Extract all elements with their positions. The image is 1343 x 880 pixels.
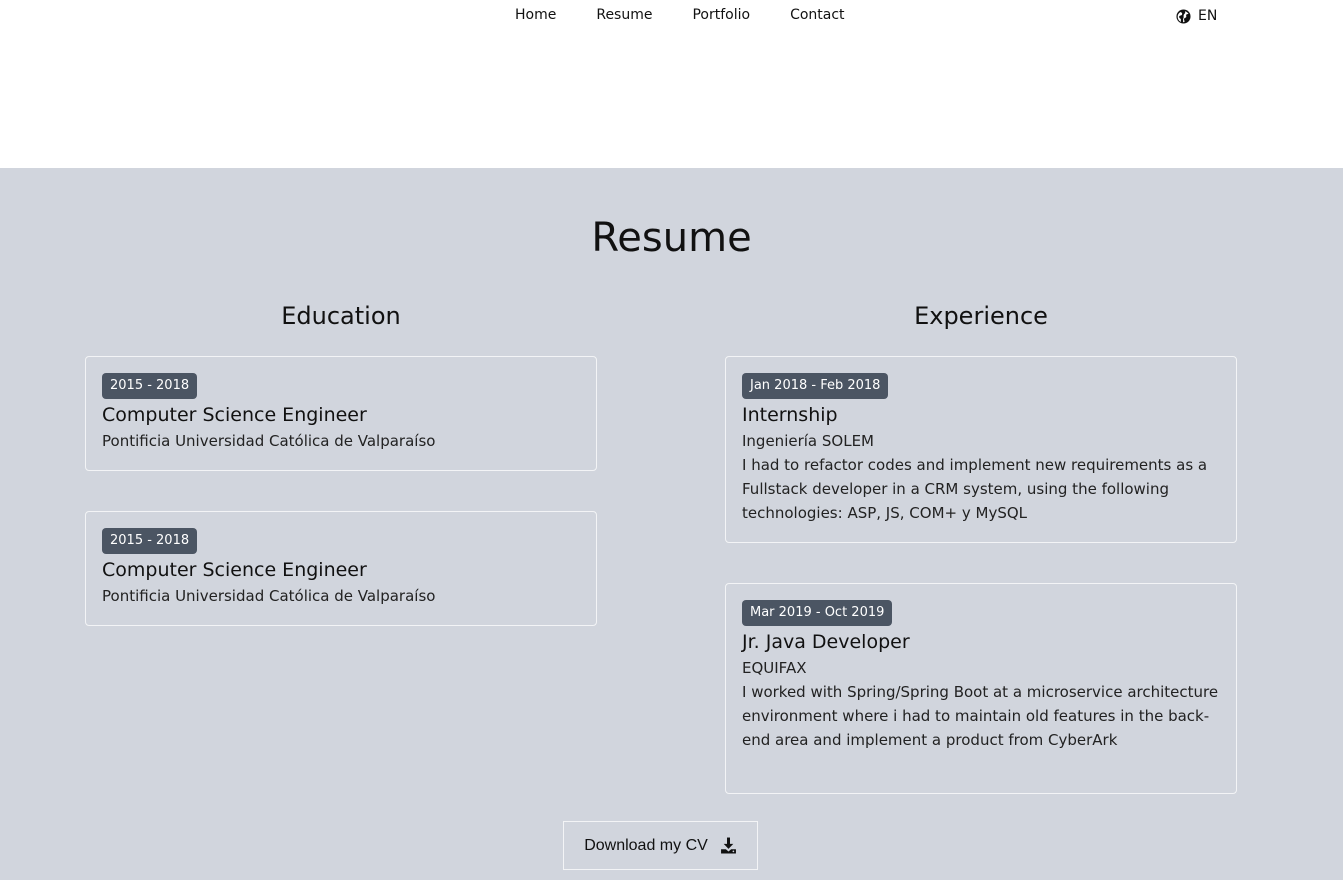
card-organization: EQUIFAX [742, 659, 807, 677]
card-title: Computer Science Engineer [102, 404, 367, 426]
nav-contact-link[interactable]: Contact [770, 6, 864, 24]
download-cv-label: Download my CV [584, 836, 708, 854]
education-card: 2015 - 2018 Computer Science Engineer Po… [85, 511, 597, 626]
card-organization: Pontificia Universidad Católica de Valpa… [102, 587, 436, 605]
language-label: EN [1198, 8, 1218, 24]
download-cv-button[interactable]: Download my CV [563, 821, 758, 870]
nav-home-link[interactable]: Home [495, 6, 576, 24]
card-title: Computer Science Engineer [102, 559, 367, 581]
card-description: I had to refactor codes and implement ne… [742, 456, 1208, 522]
top-navbar: Home Resume Portfolio Contact EN [0, 0, 1343, 168]
card-title: Internship [742, 404, 838, 426]
language-selector[interactable]: EN [1176, 8, 1217, 24]
globe-icon [1176, 8, 1191, 24]
nav-resume-link[interactable]: Resume [576, 6, 672, 24]
experience-card: Mar 2019 - Oct 2019 Jr. Java Developer E… [725, 583, 1237, 794]
education-card: 2015 - 2018 Computer Science Engineer Po… [85, 356, 597, 471]
date-badge: 2015 - 2018 [102, 373, 198, 399]
experience-title: Experience [914, 302, 1048, 330]
experience-card: Jan 2018 - Feb 2018 Internship Ingenierí… [725, 356, 1237, 543]
card-organization: Pontificia Universidad Católica de Valpa… [102, 432, 436, 450]
card-title: Jr. Java Developer [742, 631, 910, 653]
nav-portfolio-link[interactable]: Portfolio [672, 6, 770, 24]
card-description: I worked with Spring/Spring Boot at a mi… [742, 683, 1219, 749]
main-nav: Home Resume Portfolio Contact [495, 6, 865, 24]
download-icon [720, 837, 736, 854]
date-badge: Jan 2018 - Feb 2018 [742, 373, 889, 399]
card-organization: Ingeniería SOLEM [742, 432, 874, 450]
section-title: Resume [591, 215, 752, 261]
education-title: Education [281, 302, 401, 330]
resume-section: Resume Education Experience 2015 - 2018 … [0, 168, 1343, 880]
date-badge: 2015 - 2018 [102, 528, 198, 554]
date-badge: Mar 2019 - Oct 2019 [742, 600, 893, 626]
